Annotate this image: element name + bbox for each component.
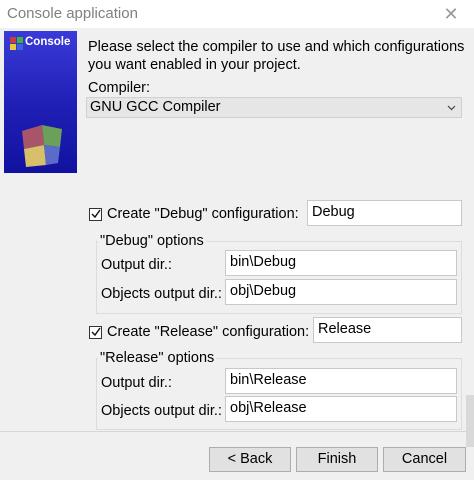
wizard-banner: Console bbox=[4, 31, 77, 173]
debug-checkbox-label: Create "Debug" configuration: bbox=[107, 206, 299, 222]
title-bar: Console application ✕ bbox=[0, 0, 474, 28]
window-title: Console application bbox=[7, 5, 138, 22]
release-objects-field[interactable]: obj\Release bbox=[225, 396, 457, 422]
checkmark-icon bbox=[91, 327, 101, 337]
button-separator bbox=[0, 431, 474, 432]
release-output-field[interactable]: bin\Release bbox=[225, 368, 457, 394]
release-output-label: Output dir.: bbox=[101, 375, 172, 391]
console-wizard-icon bbox=[10, 37, 23, 50]
chevron-down-icon bbox=[447, 105, 456, 111]
scrollbar[interactable] bbox=[466, 395, 474, 447]
cancel-button[interactable]: Cancel bbox=[383, 447, 466, 472]
release-objects-label: Objects output dir.: bbox=[101, 403, 222, 419]
release-name-field[interactable]: Release bbox=[313, 317, 462, 343]
debug-output-label: Output dir.: bbox=[101, 257, 172, 273]
cube-graphic-icon bbox=[22, 125, 62, 167]
close-icon: ✕ bbox=[443, 3, 459, 24]
debug-options-title: "Debug" options bbox=[98, 233, 206, 249]
back-button[interactable]: < Back bbox=[209, 447, 291, 472]
debug-name-field[interactable]: Debug bbox=[307, 200, 462, 226]
debug-objects-label: Objects output dir.: bbox=[101, 286, 222, 302]
console-application-dialog: Console application ✕ Console Please sel… bbox=[0, 0, 474, 480]
release-checkbox-label: Create "Release" configuration: bbox=[107, 324, 310, 340]
compiler-select[interactable]: GNU GCC Compiler bbox=[86, 97, 462, 118]
release-checkbox[interactable] bbox=[89, 326, 102, 339]
release-options-title: "Release" options bbox=[98, 350, 217, 366]
debug-objects-field[interactable]: obj\Debug bbox=[225, 279, 457, 305]
intro-text: Please select the compiler to use and wh… bbox=[88, 39, 465, 73]
debug-output-field[interactable]: bin\Debug bbox=[225, 250, 457, 276]
compiler-selected-value: GNU GCC Compiler bbox=[90, 99, 221, 115]
finish-button[interactable]: Finish bbox=[296, 447, 378, 472]
banner-label: Console bbox=[25, 36, 71, 48]
close-button[interactable]: ✕ bbox=[428, 0, 474, 28]
debug-checkbox[interactable] bbox=[89, 208, 102, 221]
compiler-label: Compiler: bbox=[88, 80, 151, 96]
checkmark-icon bbox=[91, 209, 101, 219]
